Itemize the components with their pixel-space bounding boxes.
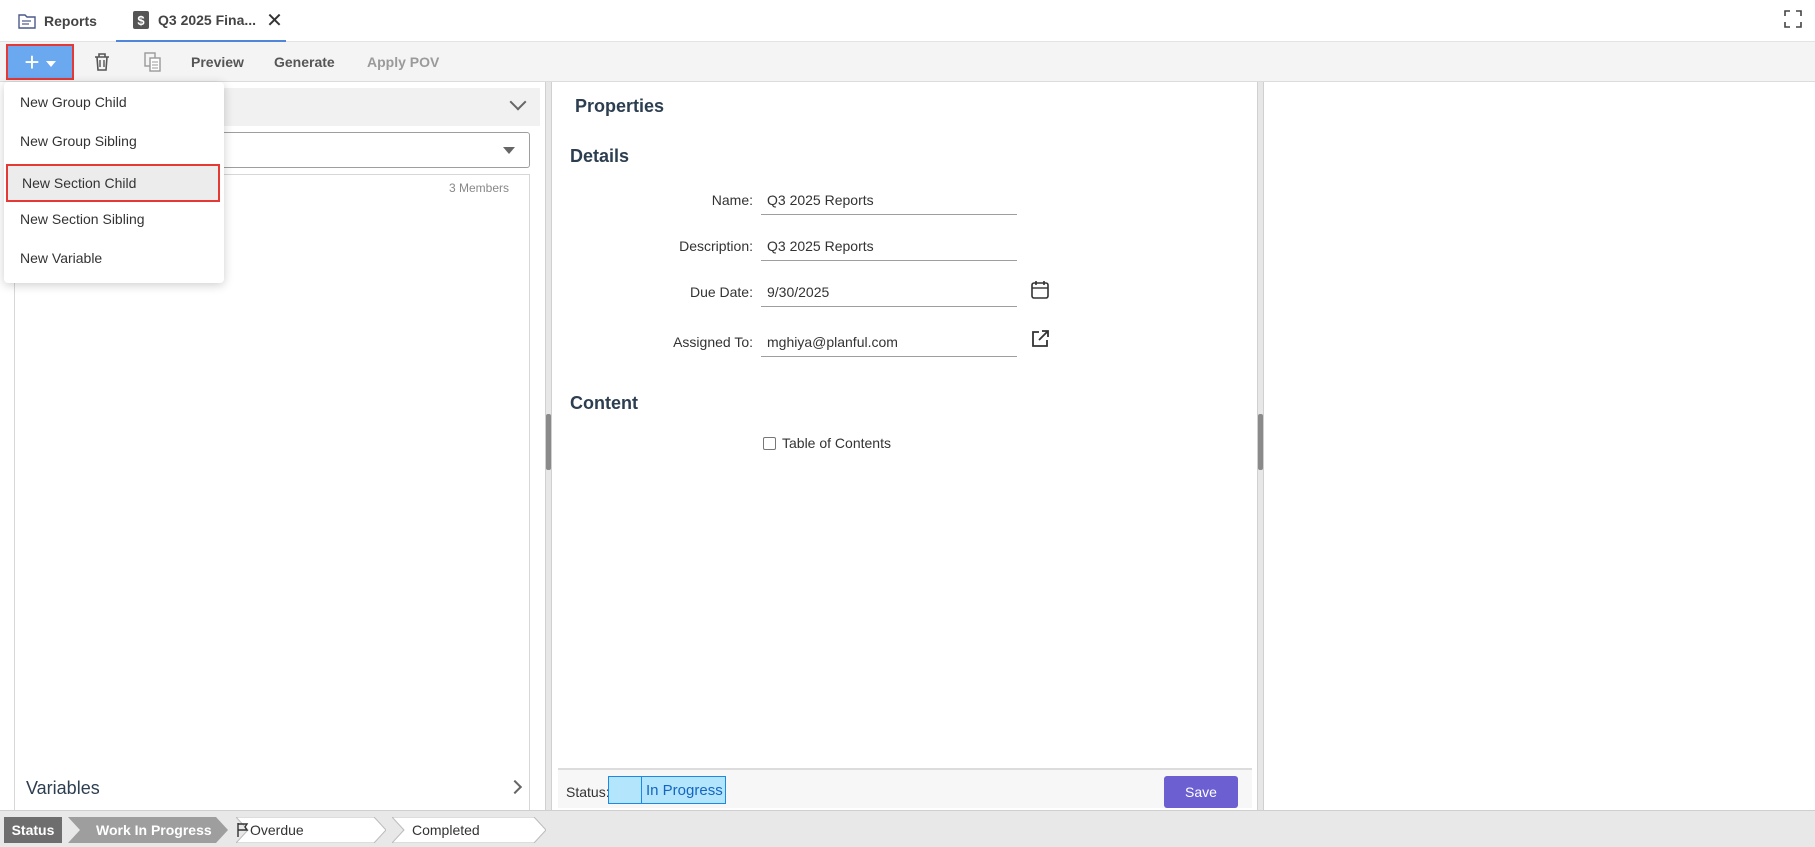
tab-reports[interactable]: Reports [18,0,97,42]
status-step-label: Work In Progress [96,822,212,838]
chevron-right-icon [507,779,523,795]
status-step-label: Completed [412,822,480,838]
calendar-icon[interactable] [1029,279,1051,301]
add-button[interactable]: + [6,44,74,80]
dollar-document-icon: $ [133,11,149,29]
due-date-label: Due Date: [689,284,753,300]
status-value[interactable]: In Progress [642,776,726,804]
properties-footer: Status: In Progress Save [558,768,1252,808]
assigned-to-field[interactable]: mghiya@planful.com [761,327,1017,357]
splitter-grip[interactable] [546,414,551,470]
flag-icon [237,823,249,837]
preview-button[interactable]: Preview [191,54,244,70]
status-step-work-in-progress[interactable]: Work In Progress [68,817,228,843]
status-label: Status: [566,784,610,800]
copy-icon[interactable] [141,50,165,74]
toolbar: + Preview Generate Apply POV [0,42,1815,82]
description-field[interactable]: Q3 2025 Reports [761,231,1017,261]
table-of-contents-option[interactable]: Table of Contents [763,435,891,451]
assigned-to-label: Assigned To: [673,334,753,350]
tab-reports-label: Reports [44,13,97,29]
variables-title: Variables [26,778,100,798]
folder-icon [18,14,36,29]
status-bar: Status Work In Progress Overdue Complete… [0,810,1815,847]
menu-item-new-section-sibling[interactable]: New Section Sibling [4,200,224,238]
menu-item-new-group-child[interactable]: New Group Child [4,83,224,121]
splitter-grip[interactable] [1258,414,1263,470]
status-bar-title: Status [4,817,62,843]
variables-header[interactable]: Variables [14,772,540,806]
content-title: Content [570,393,638,413]
name-field[interactable]: Q3 2025 Reports [761,185,1017,215]
close-tab-icon[interactable]: ✕ [266,8,283,33]
external-link-icon[interactable] [1029,328,1051,350]
chevron-down-icon [45,61,56,67]
generate-button[interactable]: Generate [274,54,335,70]
status-step-label: Overdue [250,822,304,838]
name-label: Name: [711,192,753,208]
apply-pov-button[interactable]: Apply POV [367,54,439,70]
tab-q3-report[interactable]: $ Q3 2025 Fina... ✕ [116,0,286,42]
due-date-field[interactable]: 9/30/2025 [761,277,1017,307]
dropdown-arrow-icon [503,147,515,154]
plus-icon: + [24,47,40,77]
trash-icon[interactable] [90,50,114,74]
menu-item-new-variable[interactable]: New Variable [4,239,224,277]
properties-title: Properties [575,96,665,116]
svg-text:$: $ [137,13,145,28]
tree-item-member-count: 3 Members [448,181,509,195]
preview-area [1265,82,1815,810]
details-title: Details [570,146,630,166]
tab-bar: Reports $ Q3 2025 Fina... ✕ [0,0,1815,42]
menu-item-new-group-sibling[interactable]: New Group Sibling [4,122,224,160]
table-of-contents-label: Table of Contents [782,435,891,451]
menu-item-new-section-child[interactable]: New Section Child [6,164,220,202]
right-splitter[interactable] [1257,82,1264,810]
description-label: Description: [679,238,753,254]
status-color-swatch [608,776,642,804]
left-splitter[interactable] [545,82,552,810]
status-step-completed[interactable]: Completed [392,817,546,843]
table-of-contents-checkbox[interactable] [763,436,776,450]
tab-q3-report-label: Q3 2025 Fina... [158,12,257,28]
add-menu: New Group Child New Group Sibling New Se… [4,82,224,283]
chevron-down-icon [509,93,527,111]
status-step-overdue[interactable]: Overdue [236,817,386,843]
fullscreen-icon[interactable] [1783,9,1803,29]
save-button[interactable]: Save [1164,776,1238,808]
properties-panel: Properties Details Name: Q3 2025 Reports… [553,82,1257,810]
